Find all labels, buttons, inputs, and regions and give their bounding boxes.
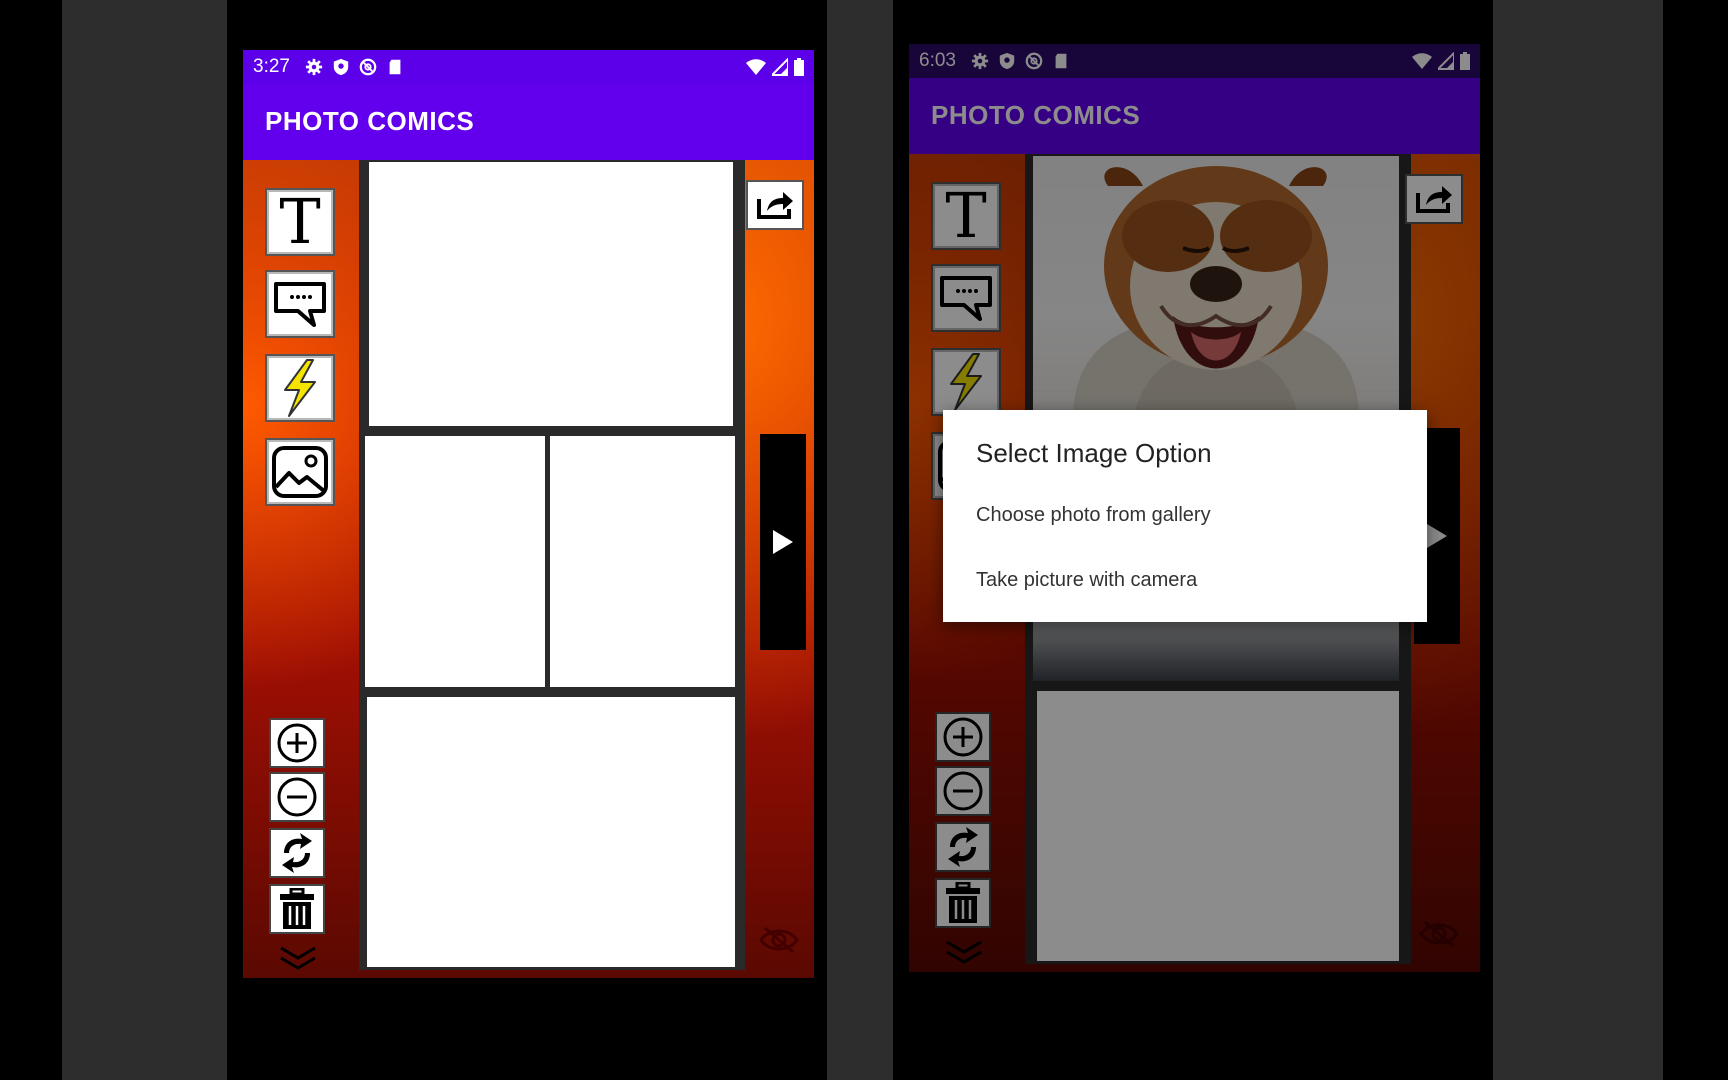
lightning-icon xyxy=(284,359,316,417)
image-icon xyxy=(272,446,328,498)
dialog-title: Select Image Option xyxy=(976,438,1212,468)
share-button[interactable] xyxy=(746,180,804,230)
screen-left: 3:27 PHOTO COMICS T xyxy=(243,50,814,978)
chevron-down-icon[interactable] xyxy=(279,946,317,970)
data-saver-icon xyxy=(359,58,377,76)
signal-icon xyxy=(772,58,788,76)
choose-from-gallery-option[interactable]: Choose photo from gallery xyxy=(976,504,1211,527)
app-bar: PHOTO COMICS xyxy=(243,84,814,160)
text-icon: T xyxy=(279,185,321,258)
phone-right: 6:03 PHOTO COMICS T Select Image Option … xyxy=(893,0,1493,1080)
comic-panel-top[interactable] xyxy=(369,162,733,426)
zoom-out-icon xyxy=(277,777,317,817)
status-bar: 3:27 xyxy=(243,50,814,84)
background-band-right xyxy=(1493,0,1663,1080)
rotate-icon xyxy=(282,833,312,873)
screen-right: 6:03 PHOTO COMICS T Select Image Option … xyxy=(909,44,1480,972)
editor-canvas: T xyxy=(243,160,814,978)
take-picture-option[interactable]: Take picture with camera xyxy=(976,569,1197,592)
zoom-in-button[interactable] xyxy=(269,718,325,768)
zoom-out-button[interactable] xyxy=(269,772,325,822)
select-image-dialog: Select Image Option Choose photo from ga… xyxy=(943,410,1427,622)
share-icon xyxy=(757,192,793,219)
sd-card-icon xyxy=(389,59,401,75)
battery-icon xyxy=(794,58,804,76)
trash-icon xyxy=(280,888,314,929)
hide-icon[interactable] xyxy=(759,924,799,956)
background-band-left xyxy=(62,0,227,1080)
delete-button[interactable] xyxy=(269,884,325,934)
comic-panel-bottom[interactable] xyxy=(367,697,735,967)
shield-icon xyxy=(333,58,349,76)
comic-panel-middle-right[interactable] xyxy=(550,436,735,687)
settings-icon xyxy=(305,58,323,76)
add-speech-bubble-button[interactable] xyxy=(265,270,335,338)
background-band-middle xyxy=(827,0,893,1080)
speech-bubble-icon xyxy=(274,282,326,327)
wifi-icon xyxy=(746,59,766,75)
add-image-button[interactable] xyxy=(265,438,335,506)
app-title: PHOTO COMICS xyxy=(265,106,475,136)
play-icon xyxy=(773,530,793,554)
add-effect-button[interactable] xyxy=(265,354,335,422)
phone-left: 3:27 PHOTO COMICS T xyxy=(227,0,827,1080)
next-page-button[interactable] xyxy=(760,434,806,650)
zoom-in-icon xyxy=(277,723,317,763)
add-text-button[interactable]: T xyxy=(265,188,335,256)
status-time: 3:27 xyxy=(253,56,290,77)
comic-panel-middle-left[interactable] xyxy=(365,436,545,687)
rotate-button[interactable] xyxy=(269,828,325,878)
